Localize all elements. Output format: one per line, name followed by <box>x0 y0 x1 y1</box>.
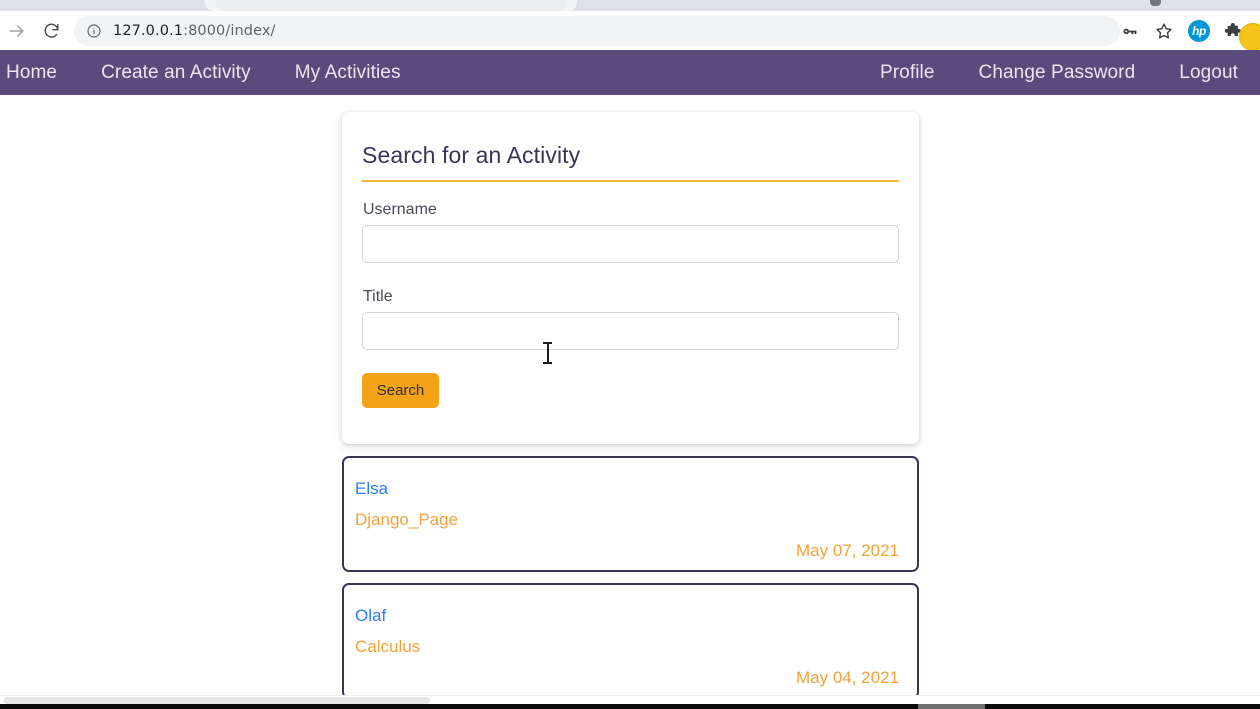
tabstrip-marker-icon <box>1150 0 1161 6</box>
username-input[interactable] <box>362 225 899 263</box>
search-activity-card: Search for an Activity Username Title Se… <box>342 112 919 444</box>
horizontal-scrollbar[interactable] <box>0 695 1260 704</box>
hp-extension-icon[interactable]: hp <box>1188 19 1210 42</box>
nav-item-my-activities[interactable]: My Activities <box>273 62 423 84</box>
nav-item-logout[interactable]: Logout <box>1157 62 1260 84</box>
nav-item-create-an-activity[interactable]: Create an Activity <box>79 62 273 84</box>
taskbar-segment <box>918 704 985 709</box>
nav-item-profile[interactable]: Profile <box>858 62 957 84</box>
url-host: 127.0.0.1 <box>113 22 184 39</box>
result-date: May 04, 2021 <box>795 668 899 687</box>
forward-button[interactable] <box>0 14 34 48</box>
result-date: May 07, 2021 <box>795 541 899 560</box>
result-username-link[interactable]: Elsa <box>355 479 388 499</box>
result-title-link[interactable]: Calculus <box>355 637 420 657</box>
page-title: Search for an Activity <box>362 142 581 168</box>
browser-toolbar: 127.0.0.1:8000/index/ hp <box>0 11 1260 51</box>
activity-result-card[interactable]: Olaf Calculus May 04, 2021 <box>342 583 919 695</box>
username-label: Username <box>363 201 437 218</box>
os-taskbar <box>0 704 1260 709</box>
search-button[interactable]: Search <box>362 373 439 408</box>
activity-result-card[interactable]: Elsa Django_Page May 07, 2021 <box>342 456 919 572</box>
browser-tab-inner[interactable] <box>215 0 567 11</box>
reload-button[interactable] <box>34 14 68 48</box>
title-input[interactable] <box>362 312 899 350</box>
title-label: Title <box>363 288 393 305</box>
url-text: 127.0.0.1:8000/index/ <box>113 23 276 39</box>
reload-icon <box>44 23 59 38</box>
title-underline <box>362 180 899 182</box>
browser-tab-strip <box>0 0 1260 11</box>
app-navbar: Home Create an Activity My Activities Pr… <box>0 50 1260 95</box>
profile-avatar-icon[interactable] <box>1239 22 1260 51</box>
key-icon[interactable] <box>1120 21 1140 41</box>
navbar-left-group: Home Create an Activity My Activities <box>0 62 423 84</box>
toolbar-actions: hp <box>1120 19 1260 51</box>
result-title-link[interactable]: Django_Page <box>355 510 458 530</box>
page-content: Search for an Activity Username Title Se… <box>0 95 1260 695</box>
horizontal-scrollbar-thumb[interactable] <box>4 697 430 704</box>
result-username-link[interactable]: Olaf <box>355 606 386 626</box>
navbar-right-group: Profile Change Password Logout <box>858 62 1260 84</box>
info-circle-icon[interactable] <box>86 23 102 39</box>
forward-arrow-icon <box>9 24 24 37</box>
nav-item-home[interactable]: Home <box>0 62 79 84</box>
address-bar[interactable]: 127.0.0.1:8000/index/ <box>74 15 1120 46</box>
url-path: :8000/index/ <box>183 22 276 39</box>
nav-item-change-password[interactable]: Change Password <box>957 62 1158 84</box>
star-icon[interactable] <box>1154 21 1174 41</box>
